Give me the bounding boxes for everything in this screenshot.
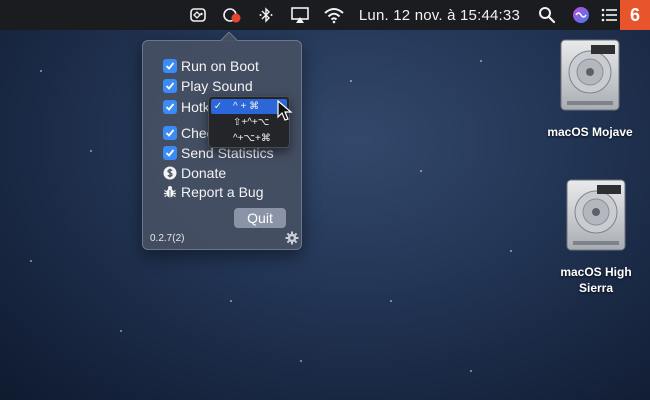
checkbox-checked-icon[interactable] (163, 59, 177, 73)
mouse-pointer-icon (277, 99, 293, 122)
option-label: Hotk (181, 99, 210, 115)
donate-option[interactable]: Donate (163, 164, 226, 182)
wallpaper-stars (0, 0, 650, 400)
hotkey-option-label: ^ + ⌘ (233, 101, 260, 112)
airplay-icon[interactable] (283, 0, 317, 30)
bug-icon (163, 185, 177, 199)
wifi-icon[interactable] (317, 0, 351, 30)
checkbox-checked-icon[interactable] (163, 126, 177, 140)
hotkey-option-label: ⇧+^+⌥ (233, 117, 270, 128)
run-on-boot-option[interactable]: Run on Boot (163, 57, 259, 75)
checkbox-checked-icon[interactable] (163, 146, 177, 160)
app-status-icon[interactable] (181, 0, 215, 30)
menubar-clock[interactable]: Lun. 12 nov. à 15:44:33 (351, 0, 530, 30)
option-label: Play Sound (181, 78, 253, 94)
hard-drive-icon (560, 39, 620, 111)
play-sound-option[interactable]: Play Sound (163, 77, 253, 95)
menubar-extra-icon[interactable] (215, 0, 249, 30)
bluetooth-icon[interactable] (249, 0, 283, 30)
spotlight-search-icon[interactable] (530, 0, 564, 30)
quit-button[interactable]: Quit (234, 208, 286, 228)
popover-arrow (220, 31, 238, 49)
notification-center-icon[interactable] (598, 0, 620, 30)
checkbox-checked-icon[interactable] (163, 79, 177, 93)
option-label: Run on Boot (181, 58, 259, 74)
gear-icon[interactable] (285, 231, 299, 245)
menu-bar: Lun. 12 nov. à 15:44:33 6 (0, 0, 650, 30)
hotkey-option-ctrl-opt-cmd[interactable]: ^+⌥+⌘ (211, 131, 287, 146)
step-badge: 6 (620, 0, 650, 30)
report-bug-option[interactable]: Report a Bug (163, 183, 264, 201)
hotkey-option-ctrl-cmd[interactable]: ✓ ^ + ⌘ (211, 99, 287, 114)
siri-icon[interactable] (564, 0, 598, 30)
hotkey-option-shift-ctrl-opt[interactable]: ⇧+^+⌥ (211, 115, 287, 130)
hotkey-option[interactable]: Hotk (163, 98, 210, 116)
hard-drive-icon (566, 179, 626, 251)
disk-macos-mojave[interactable] (557, 38, 623, 117)
check-option[interactable]: Chec (163, 124, 214, 142)
disk-label-mojave: macOS Mojave (547, 125, 633, 139)
option-label: Report a Bug (181, 184, 264, 200)
dollar-icon (163, 166, 177, 180)
checkbox-checked-icon[interactable] (163, 100, 177, 114)
hotkey-option-label: ^+⌥+⌘ (233, 133, 271, 144)
checkmark-icon: ✓ (213, 101, 223, 112)
disk-macos-high-sierra[interactable] (563, 178, 629, 257)
disk-label-high-sierra: macOS High Sierra (560, 265, 632, 295)
version-label: 0.2.7(2) (150, 233, 185, 244)
option-label: Donate (181, 165, 227, 181)
